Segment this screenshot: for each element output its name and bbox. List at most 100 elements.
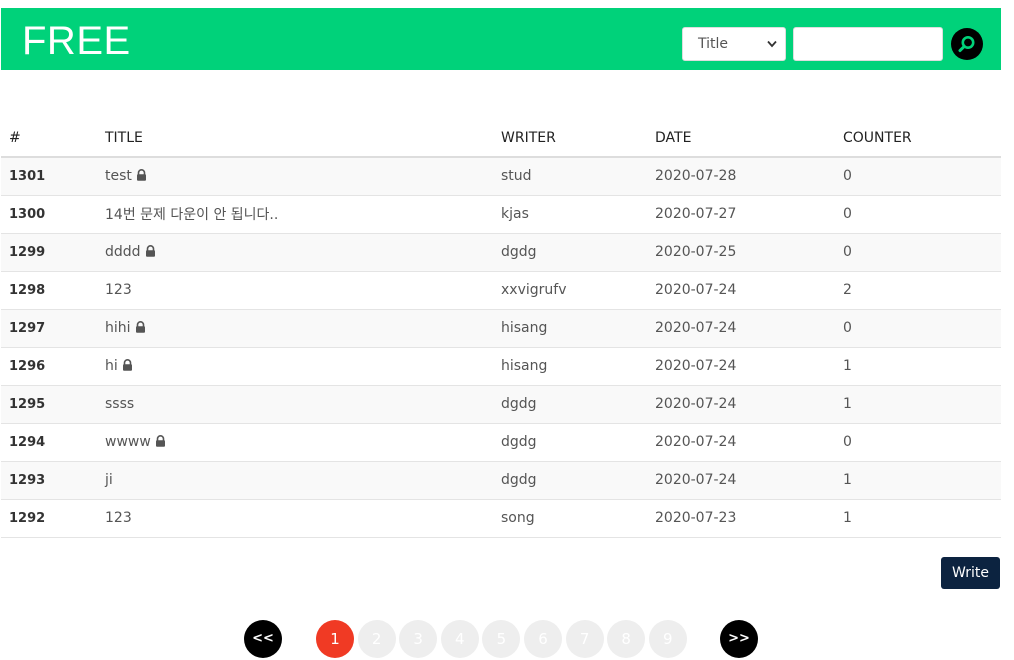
table-header-row: # TITLE WRITER DATE COUNTER xyxy=(1,119,1001,158)
pagination-page-2[interactable]: 2 xyxy=(357,620,396,658)
pagination-page-3[interactable]: 3 xyxy=(399,620,438,658)
write-button[interactable]: Write xyxy=(941,557,1000,589)
table-row[interactable]: 1296 hi hisang 2020-07-24 1 xyxy=(1,347,1001,386)
post-title-cell: 14번 문제 다운이 안 됩니다.. xyxy=(97,195,493,234)
post-title-link[interactable]: ji xyxy=(105,472,113,488)
post-number: 1300 xyxy=(1,195,97,234)
table-row[interactable]: 1297 hihi hisang 2020-07-24 0 xyxy=(1,309,1001,348)
post-counter: 0 xyxy=(835,195,1001,234)
pagination-page-6[interactable]: 6 xyxy=(524,620,562,658)
post-title-cell: test xyxy=(97,157,493,196)
post-counter: 0 xyxy=(835,157,1001,196)
board-title: FREE xyxy=(22,19,131,63)
post-title-link[interactable]: hihi xyxy=(105,320,131,336)
search-icon xyxy=(958,36,975,53)
post-writer: song xyxy=(493,499,647,538)
pagination-page-1[interactable]: 1 xyxy=(316,620,354,658)
post-title-cell: hi xyxy=(97,347,493,386)
pagination-page-4[interactable]: 4 xyxy=(440,620,479,658)
post-counter: 0 xyxy=(835,423,1001,462)
post-table: # TITLE WRITER DATE COUNTER 1301 test stud… xyxy=(1,119,1001,538)
lock-icon xyxy=(122,359,132,371)
table-row[interactable]: 1292 123 song 2020-07-23 1 xyxy=(1,499,1001,538)
post-title-link[interactable]: hi xyxy=(105,358,118,374)
post-number: 1298 xyxy=(1,271,97,310)
search-type-select[interactable]: Title xyxy=(682,27,786,61)
post-writer: dgdg xyxy=(493,385,647,424)
post-title-link[interactable]: wwww xyxy=(105,434,151,450)
post-date: 2020-07-28 xyxy=(647,157,835,196)
post-number: 1299 xyxy=(1,233,97,272)
post-title-cell: hihi xyxy=(97,309,493,348)
post-title-link[interactable]: 14번 문제 다운이 안 됩니다.. xyxy=(105,207,278,223)
post-title-cell: ji xyxy=(97,461,493,500)
post-writer: dgdg xyxy=(493,233,647,272)
post-date: 2020-07-24 xyxy=(647,461,835,500)
column-header-counter: COUNTER xyxy=(835,119,1001,158)
post-number: 1297 xyxy=(1,309,97,348)
post-writer: xxvigrufv xyxy=(493,271,647,310)
post-number: 1301 xyxy=(1,157,97,196)
post-counter: 2 xyxy=(835,271,1001,310)
search-button[interactable] xyxy=(951,28,983,60)
post-title-link[interactable]: ssss xyxy=(105,396,134,412)
pagination-page-8[interactable]: 8 xyxy=(607,620,646,658)
post-counter: 1 xyxy=(835,385,1001,424)
post-date: 2020-07-23 xyxy=(647,499,835,538)
header-bar: FREE Title xyxy=(1,8,1001,70)
post-title-link[interactable]: test xyxy=(105,168,132,184)
post-date: 2020-07-24 xyxy=(647,271,835,310)
pagination-page-7[interactable]: 7 xyxy=(565,620,604,658)
table-row[interactable]: 1293 ji dgdg 2020-07-24 1 xyxy=(1,461,1001,500)
post-writer: hisang xyxy=(493,309,647,348)
post-title-link[interactable]: 123 xyxy=(105,282,132,298)
table-row[interactable]: 1295 ssss dgdg 2020-07-24 1 xyxy=(1,385,1001,424)
search-type-value: Title xyxy=(698,36,729,52)
post-date: 2020-07-24 xyxy=(647,423,835,462)
post-counter: 1 xyxy=(835,499,1001,538)
post-title-cell: 123 xyxy=(97,271,493,310)
table-row[interactable]: 1294 wwww dgdg 2020-07-24 0 xyxy=(1,423,1001,462)
post-date: 2020-07-24 xyxy=(647,309,835,348)
lock-icon xyxy=(145,245,155,257)
post-counter: 1 xyxy=(835,347,1001,386)
lock-icon xyxy=(155,435,165,447)
post-date: 2020-07-25 xyxy=(647,233,835,272)
table-row[interactable]: 1300 14번 문제 다운이 안 됩니다.. kjas 2020-07-27 0 xyxy=(1,195,1001,234)
table-row[interactable]: 1301 test stud 2020-07-28 0 xyxy=(1,157,1001,196)
post-writer: kjas xyxy=(493,195,647,234)
column-header-title: TITLE xyxy=(97,119,493,158)
table-row[interactable]: 1298 123 xxvigrufv 2020-07-24 2 xyxy=(1,271,1001,310)
table-row[interactable]: 1299 dddd dgdg 2020-07-25 0 xyxy=(1,233,1001,272)
pagination-next-button[interactable]: >> xyxy=(720,620,758,658)
post-writer: stud xyxy=(493,157,647,196)
pagination-page-9[interactable]: 9 xyxy=(648,620,687,658)
post-writer: dgdg xyxy=(493,423,647,462)
post-date: 2020-07-24 xyxy=(647,385,835,424)
lock-icon xyxy=(135,321,145,333)
post-number: 1295 xyxy=(1,385,97,424)
post-title-cell: dddd xyxy=(97,233,493,272)
post-counter: 0 xyxy=(835,309,1001,348)
post-date: 2020-07-27 xyxy=(647,195,835,234)
post-title-link[interactable]: dddd xyxy=(105,244,141,260)
post-writer: dgdg xyxy=(493,461,647,500)
post-number: 1294 xyxy=(1,423,97,462)
pagination-page-5[interactable]: 5 xyxy=(482,620,521,658)
post-counter: 0 xyxy=(835,233,1001,272)
lock-icon xyxy=(136,169,146,181)
post-counter: 1 xyxy=(835,461,1001,500)
column-header-number: # xyxy=(1,119,97,158)
post-title-cell: wwww xyxy=(97,423,493,462)
post-number: 1293 xyxy=(1,461,97,500)
post-date: 2020-07-24 xyxy=(647,347,835,386)
post-writer: hisang xyxy=(493,347,647,386)
search-input[interactable] xyxy=(793,27,943,61)
column-header-writer: WRITER xyxy=(493,119,647,158)
post-title-link[interactable]: 123 xyxy=(105,510,132,526)
post-number: 1292 xyxy=(1,499,97,538)
post-title-cell: 123 xyxy=(97,499,493,538)
pagination-prev-button[interactable]: << xyxy=(244,620,282,658)
column-header-date: DATE xyxy=(647,119,835,158)
post-title-cell: ssss xyxy=(97,385,493,424)
